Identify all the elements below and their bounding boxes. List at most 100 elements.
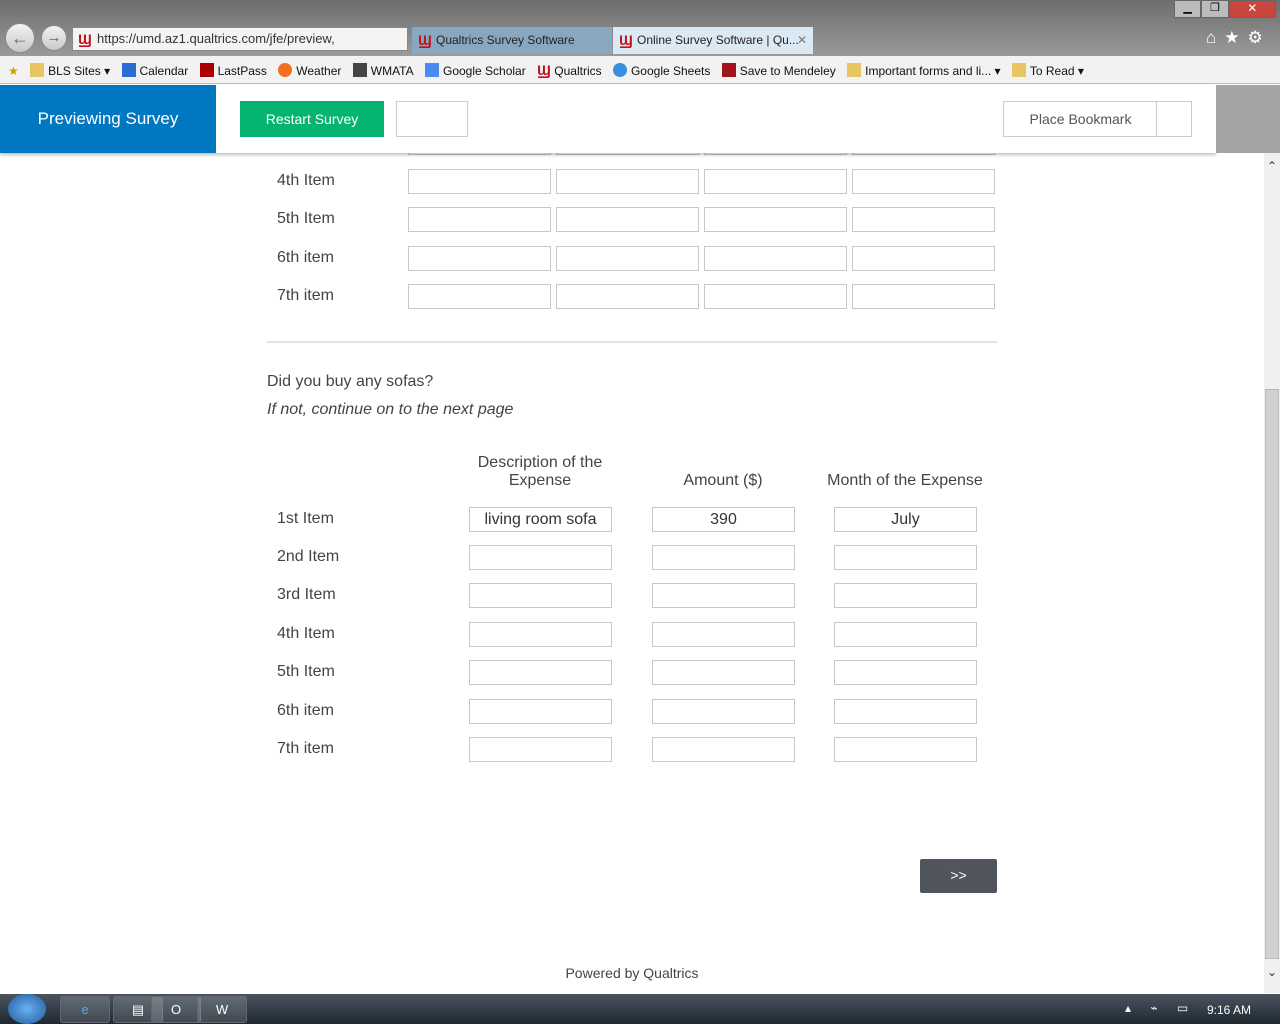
scroll-thumb[interactable] bbox=[1265, 389, 1279, 959]
fav-weather[interactable]: Weather bbox=[278, 57, 341, 85]
qualtrics-icon: Ϣ bbox=[78, 31, 92, 47]
header-side bbox=[1216, 85, 1280, 153]
expense-input[interactable] bbox=[652, 699, 795, 724]
bookmark-dropdown-button[interactable] bbox=[1156, 101, 1192, 137]
expense-input[interactable] bbox=[469, 737, 612, 762]
favorites-bar: ★ BLS Sites ▾ Calendar LastPass Weather … bbox=[0, 56, 1280, 84]
row-label: 4th Item bbox=[277, 625, 335, 642]
fav-calendar[interactable]: Calendar bbox=[121, 57, 188, 85]
next-button[interactable]: >> bbox=[920, 859, 997, 893]
fav-important-forms[interactable]: Important forms and li... ▾ bbox=[847, 57, 1001, 85]
row-label: 7th item bbox=[277, 287, 334, 304]
back-button[interactable]: ← bbox=[5, 23, 35, 53]
expense-input[interactable]: July bbox=[834, 507, 977, 532]
matrix-input[interactable] bbox=[408, 169, 551, 194]
fav-qualtrics[interactable]: Ϣ Qualtrics bbox=[537, 56, 602, 85]
start-button[interactable] bbox=[8, 994, 46, 1024]
fav-to-read[interactable]: To Read ▾ bbox=[1011, 57, 1084, 85]
taskbar-ie[interactable]: e bbox=[60, 996, 110, 1023]
matrix-input[interactable] bbox=[556, 284, 699, 309]
expense-input[interactable] bbox=[469, 660, 612, 685]
matrix-input[interactable] bbox=[704, 207, 847, 232]
expense-input[interactable]: living room sofa bbox=[469, 507, 612, 532]
favorites-icon[interactable]: ★ bbox=[8, 57, 19, 85]
matrix-input[interactable] bbox=[408, 246, 551, 271]
favorites-star-icon[interactable]: ★ bbox=[1224, 28, 1247, 47]
expense-input[interactable] bbox=[652, 545, 795, 570]
tab-online-survey[interactable]: Ϣ Online Survey Software | Qu... ✕ bbox=[613, 27, 813, 54]
expense-input[interactable] bbox=[469, 545, 612, 570]
expense-input[interactable] bbox=[469, 622, 612, 647]
expense-input[interactable] bbox=[652, 583, 795, 608]
close-window-button[interactable]: ✕ bbox=[1228, 0, 1276, 18]
expense-input[interactable] bbox=[834, 699, 977, 724]
expense-input[interactable] bbox=[834, 622, 977, 647]
fav-bls-sites[interactable]: BLS Sites ▾ bbox=[30, 57, 110, 85]
browser-tools: ⌂★⚙ bbox=[1206, 28, 1271, 48]
home-icon[interactable]: ⌂ bbox=[1206, 28, 1224, 47]
restart-survey-button[interactable]: Restart Survey bbox=[240, 101, 384, 137]
address-bar[interactable]: Ϣhttps://umd.az1.qualtrics.com/jfe/previ… bbox=[72, 27, 408, 51]
expense-input[interactable] bbox=[834, 660, 977, 685]
gear-icon[interactable]: ⚙ bbox=[1248, 28, 1271, 47]
row-label: 2nd Item bbox=[277, 548, 340, 565]
expense-input[interactable] bbox=[469, 699, 612, 724]
expense-input[interactable] bbox=[834, 583, 977, 608]
blank-button[interactable] bbox=[396, 101, 468, 137]
fav-google-sheets[interactable]: Google Sheets bbox=[612, 57, 710, 85]
expense-input[interactable]: 390 bbox=[652, 507, 795, 532]
expense-input[interactable] bbox=[834, 737, 977, 762]
tab-qualtrics[interactable]: Ϣ Qualtrics Survey Software bbox=[412, 27, 612, 54]
scrollbar[interactable]: ⌃ ⌄ bbox=[1264, 153, 1280, 993]
fav-lastpass[interactable]: LastPass bbox=[199, 57, 267, 85]
matrix-input[interactable] bbox=[704, 246, 847, 271]
column-header: Description of the Expense bbox=[477, 454, 603, 489]
question-text: Did you buy any sofas? bbox=[267, 373, 434, 390]
window-controls: ▁ ❐ ✕ bbox=[1174, 0, 1276, 18]
matrix-input[interactable] bbox=[556, 207, 699, 232]
expense-input[interactable] bbox=[469, 583, 612, 608]
previewing-survey-label: Previewing Survey bbox=[0, 85, 216, 153]
forward-button[interactable]: → bbox=[41, 25, 67, 51]
preview-header: Previewing Survey Restart Survey Place B… bbox=[0, 85, 1216, 153]
qualtrics-icon: Ϣ bbox=[418, 32, 432, 48]
scroll-up-icon[interactable]: ⌃ bbox=[1264, 159, 1280, 173]
row-label: 3rd Item bbox=[277, 586, 336, 603]
expense-input[interactable] bbox=[834, 545, 977, 570]
taskbar-word[interactable]: W bbox=[197, 996, 247, 1023]
fav-google-scholar[interactable]: Google Scholar bbox=[424, 57, 526, 85]
restore-button[interactable]: ❐ bbox=[1201, 0, 1229, 18]
taskbar-outlook[interactable]: O bbox=[151, 996, 201, 1023]
matrix-input[interactable] bbox=[852, 284, 995, 309]
scroll-down-icon[interactable]: ⌄ bbox=[1264, 965, 1280, 979]
column-header: Amount ($) bbox=[683, 472, 763, 489]
row-label: 5th Item bbox=[277, 210, 335, 227]
fav-wmata[interactable]: WMATA bbox=[352, 57, 414, 85]
matrix-input[interactable] bbox=[408, 207, 551, 232]
clock[interactable]: 9:16 AM bbox=[1207, 1003, 1251, 1017]
question-hint: If not, continue on to the next page bbox=[267, 401, 514, 418]
matrix-input[interactable] bbox=[852, 169, 995, 194]
matrix-input[interactable] bbox=[704, 169, 847, 194]
matrix-input[interactable] bbox=[556, 246, 699, 271]
row-label: 5th Item bbox=[277, 663, 335, 680]
fav-mendeley[interactable]: Save to Mendeley bbox=[721, 57, 836, 85]
matrix-input[interactable] bbox=[408, 284, 551, 309]
divider bbox=[267, 341, 997, 343]
expense-input[interactable] bbox=[652, 622, 795, 647]
url-text: https://umd.az1.qualtrics.com/jfe/previe… bbox=[97, 31, 335, 46]
matrix-input[interactable] bbox=[556, 169, 699, 194]
tray-icons[interactable]: ▴ ⌁ ▭ bbox=[1125, 1001, 1196, 1015]
footer: Powered by Qualtrics bbox=[565, 965, 699, 981]
matrix-input[interactable] bbox=[852, 246, 995, 271]
minimize-button[interactable]: ▁ bbox=[1174, 0, 1202, 18]
row-label: 4th Item bbox=[277, 172, 335, 189]
column-header: Month of the Expense bbox=[827, 472, 983, 489]
close-tab-icon[interactable]: ✕ bbox=[797, 27, 807, 54]
row-label: 7th item bbox=[277, 740, 334, 757]
expense-input[interactable] bbox=[652, 660, 795, 685]
expense-input[interactable] bbox=[652, 737, 795, 762]
matrix-input[interactable] bbox=[704, 284, 847, 309]
place-bookmark-button[interactable]: Place Bookmark bbox=[1003, 101, 1157, 137]
matrix-input[interactable] bbox=[852, 207, 995, 232]
